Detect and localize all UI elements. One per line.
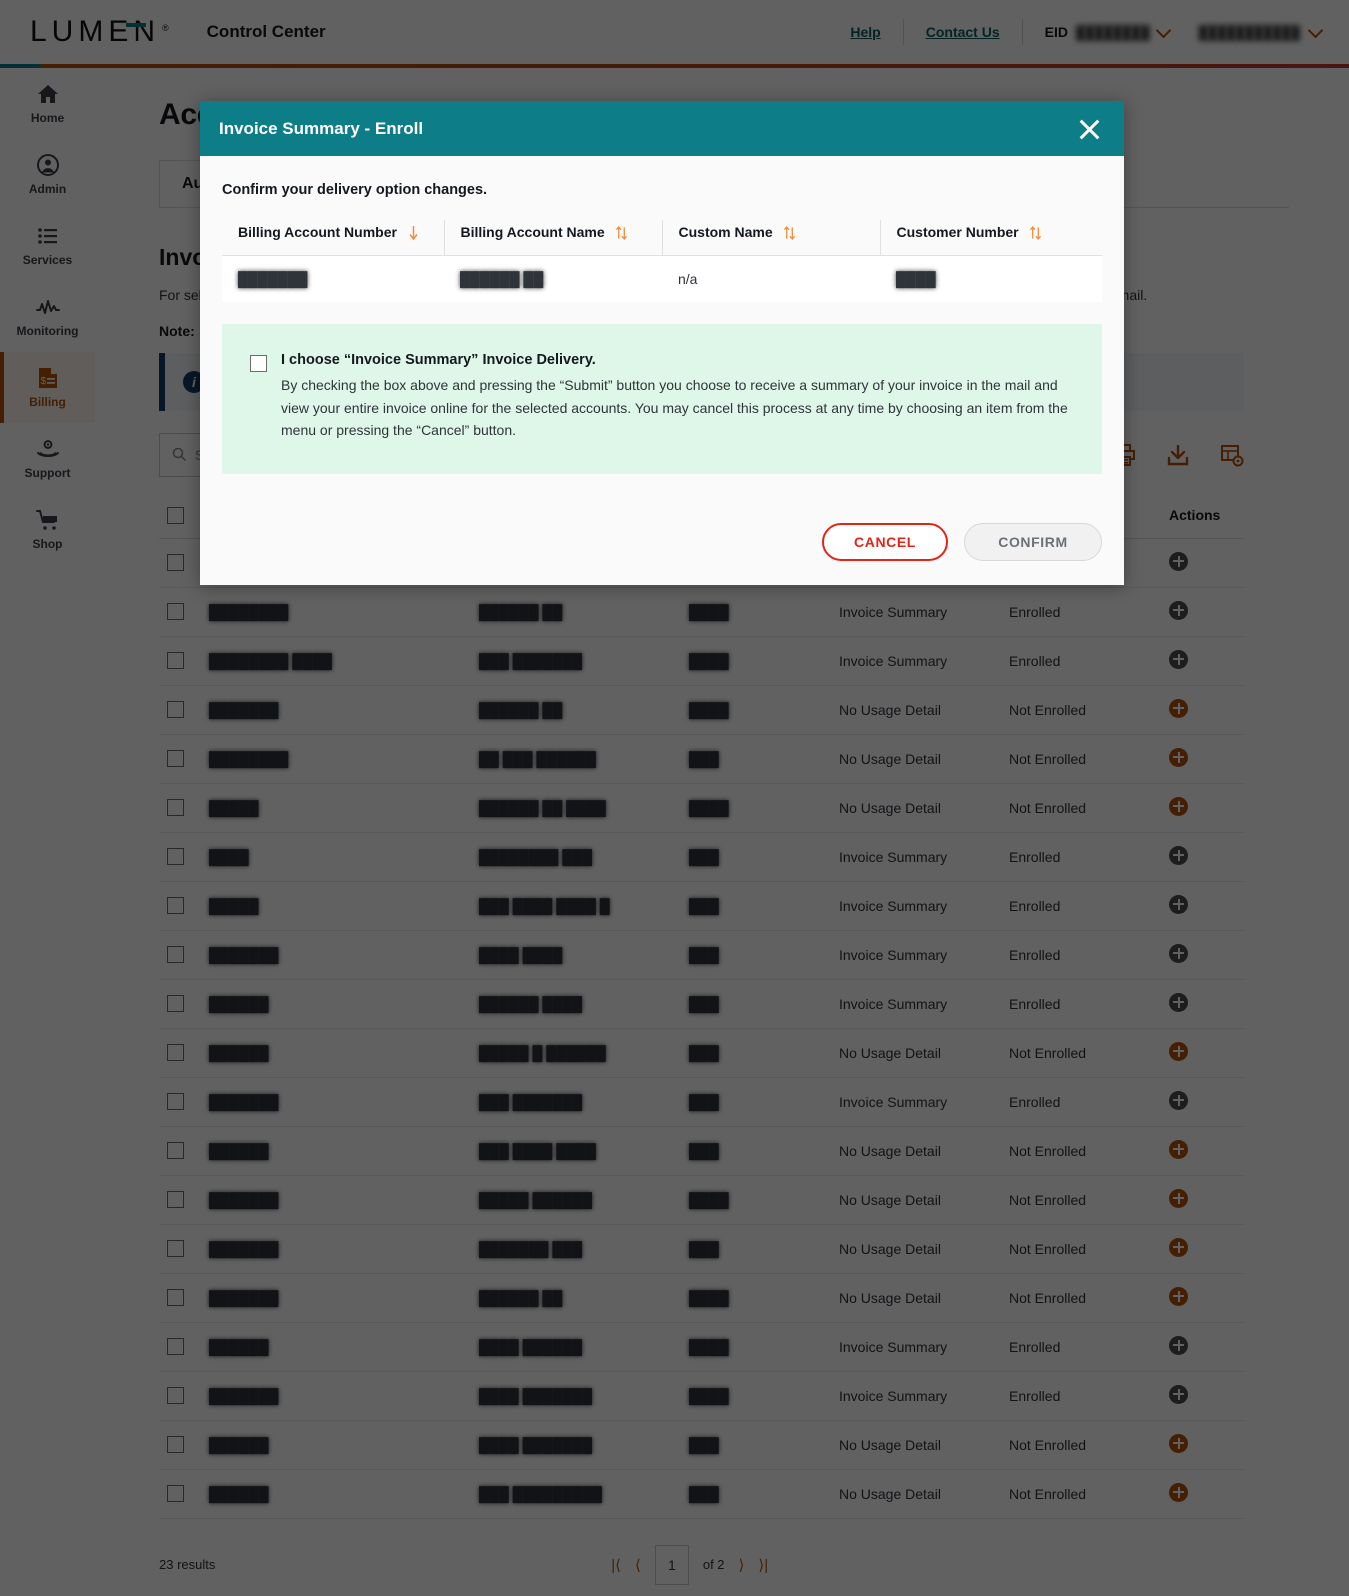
consent-panel: I choose “Invoice Summary” Invoice Deliv… <box>222 324 1102 474</box>
invoice-summary-enroll-modal: Invoice Summary - Enroll Confirm your de… <box>200 101 1124 585</box>
modal-table-row: ███████ ██████ ██ n/a ████ <box>222 255 1102 302</box>
modal-header: Invoice Summary - Enroll <box>200 101 1124 156</box>
cancel-button[interactable]: CANCEL <box>822 523 948 561</box>
modal-cell-billing-account-number: ███████ <box>222 255 444 302</box>
sort-both-icon <box>615 225 627 241</box>
modal-cell-billing-account-name: ██████ ██ <box>444 255 662 302</box>
modal-cell-customer-number: ████ <box>880 255 1102 302</box>
modal-lead-text: Confirm your delivery option changes. <box>222 182 488 198</box>
confirm-button[interactable]: CONFIRM <box>964 523 1102 561</box>
modal-th-billing-account-number[interactable]: Billing Account Number <box>222 220 444 256</box>
consent-body-text: By checking the box above and pressing t… <box>281 377 1068 439</box>
modal-table-header-row: Billing Account Number Billing Account N… <box>222 220 1102 256</box>
modal-body: Confirm your delivery option changes. Bi… <box>200 156 1124 499</box>
consent-label: I choose “Invoice Summary” Invoice Deliv… <box>281 352 596 368</box>
close-icon[interactable] <box>1074 114 1104 144</box>
modal-account-table: Billing Account Number Billing Account N… <box>222 220 1102 302</box>
modal-th-custom-name[interactable]: Custom Name <box>661 220 880 256</box>
modal-th-billing-account-name[interactable]: Billing Account Name <box>443 220 662 256</box>
modal-table-body: ███████ ██████ ██ n/a ████ <box>222 255 1102 302</box>
sort-both-icon <box>783 225 795 241</box>
modal-table-header: Billing Account Number Billing Account N… <box>222 220 1102 256</box>
modal-th-customer-number[interactable]: Customer Number <box>879 220 1102 256</box>
modal-th-label: Custom Name <box>678 224 773 240</box>
modal-th-label: Customer Number <box>896 224 1019 240</box>
sort-both-icon <box>1029 225 1041 241</box>
modal-cell-custom-name: n/a <box>662 255 880 302</box>
modal-th-label: Billing Account Number <box>238 224 397 240</box>
app-root: LUMEN ® Control Center Help Contact Us E… <box>0 0 1349 1596</box>
modal-title: Invoice Summary - Enroll <box>219 118 424 138</box>
modal-footer: CANCEL CONFIRM <box>200 499 1124 585</box>
consent-checkbox[interactable] <box>250 355 267 372</box>
sort-desc-icon <box>409 226 418 241</box>
modal-th-label: Billing Account Name <box>460 224 605 240</box>
